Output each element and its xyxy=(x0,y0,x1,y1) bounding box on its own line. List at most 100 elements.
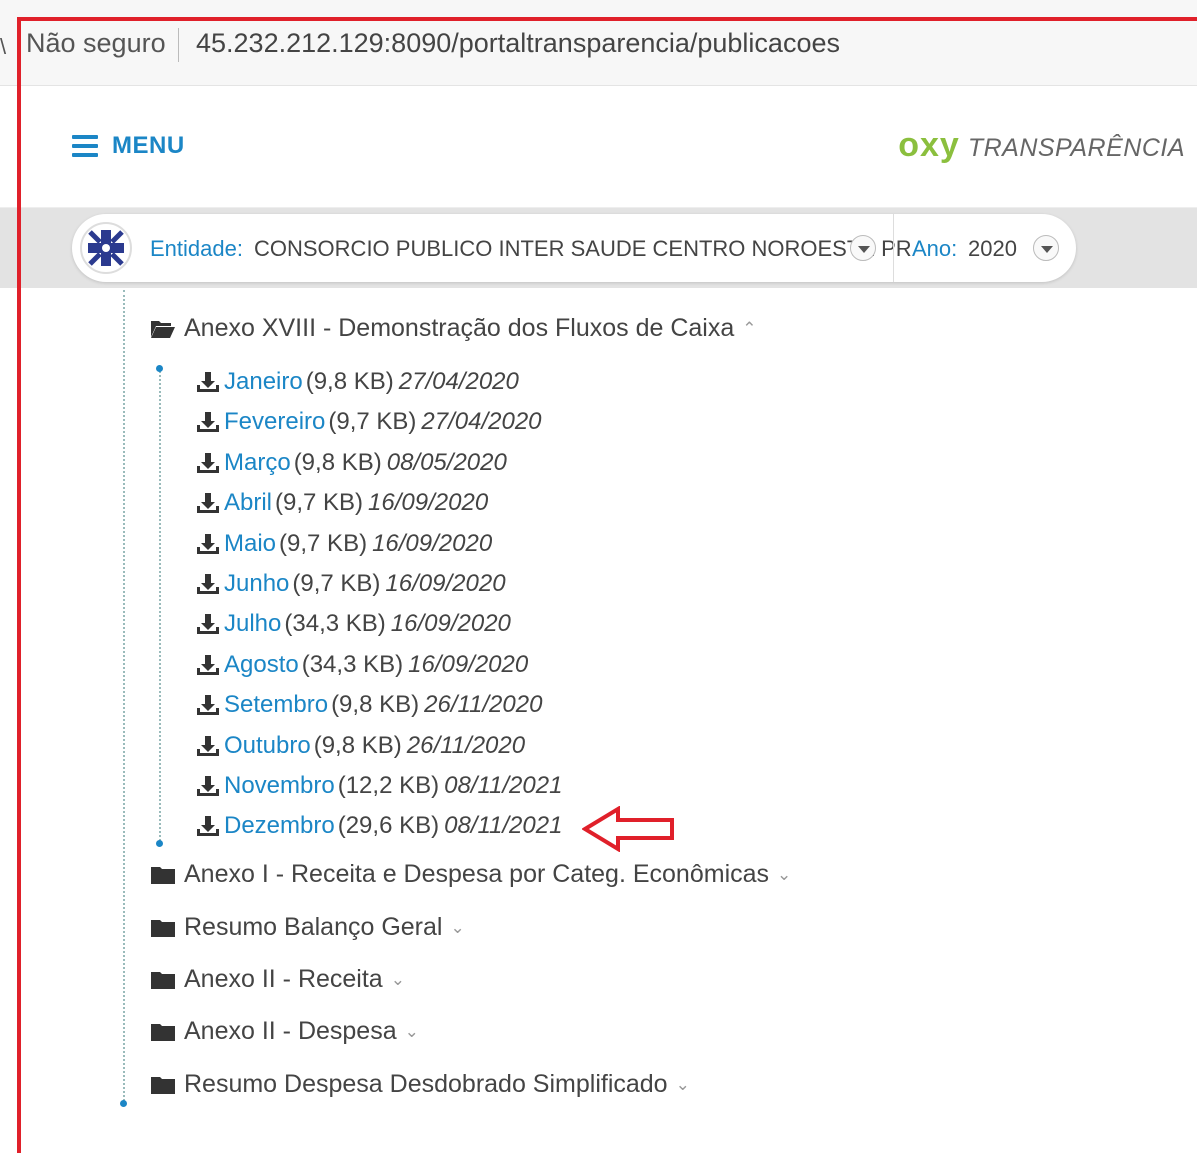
download-icon[interactable] xyxy=(196,815,220,837)
site-header: MENU oxy TRANSPARÊNCIA xyxy=(0,86,1197,208)
folder-label: Resumo Despesa Desdobrado Simplificado xyxy=(184,1070,668,1098)
file-date: 26/11/2020 xyxy=(406,732,526,759)
folder-open-icon xyxy=(151,320,175,338)
file-size: (9,7 KB) xyxy=(292,570,381,597)
address-separator xyxy=(178,28,179,62)
download-icon[interactable] xyxy=(196,735,220,757)
file-date: 08/11/2021 xyxy=(444,812,563,839)
folder-resumo-balanco-geral[interactable]: Resumo Balanço Geral ⌄ xyxy=(150,913,465,942)
menu-label: MENU xyxy=(112,132,185,159)
tree-guide-line xyxy=(123,290,125,1105)
year-select-value[interactable]: 2020 xyxy=(968,236,1017,262)
not-secure-indicator[interactable]: Não seguro xyxy=(26,28,166,59)
year-dropdown-icon[interactable] xyxy=(1033,235,1059,261)
file-download-link[interactable]: Agosto xyxy=(224,651,299,679)
file-size: (9,8 KB) xyxy=(331,691,420,718)
file-download-link[interactable]: Março xyxy=(224,449,291,477)
folder-label: Anexo I - Receita e Despesa por Categ. E… xyxy=(184,860,770,888)
download-icon[interactable] xyxy=(196,371,220,393)
file-size: (9,7 KB) xyxy=(328,408,417,435)
folder-icon xyxy=(151,1076,175,1094)
file-date: 16/09/2020 xyxy=(372,530,493,557)
folder-icon xyxy=(151,971,175,989)
file-date: 16/09/2020 xyxy=(408,651,529,678)
folder-resumo-despesa-desdobrado[interactable]: Resumo Despesa Desdobrado Simplificado ⌄ xyxy=(150,1070,690,1099)
download-icon[interactable] xyxy=(196,411,220,433)
download-icon[interactable] xyxy=(196,452,220,474)
file-size: (12,2 KB) xyxy=(337,772,440,799)
folder-label: Anexo II - Receita xyxy=(184,965,383,993)
download-icon[interactable] xyxy=(196,573,220,595)
entity-select-value[interactable]: CONSORCIO PUBLICO INTER SAUDE CENTRO NOR… xyxy=(254,236,912,262)
file-date: 27/04/2020 xyxy=(421,408,542,435)
file-size: (9,8 KB) xyxy=(293,449,382,476)
download-icon[interactable] xyxy=(196,533,220,555)
filter-bar: Entidade: CONSORCIO PUBLICO INTER SAUDE … xyxy=(0,208,1197,288)
folder-anexo-ii-receita[interactable]: Anexo II - Receita ⌄ xyxy=(150,965,405,994)
file-date: 26/11/2020 xyxy=(424,691,543,718)
chevron-up-icon[interactable]: ⌃ xyxy=(742,319,756,339)
file-size: (9,7 KB) xyxy=(275,489,364,516)
file-download-link[interactable]: Janeiro xyxy=(224,368,303,396)
folder-icon xyxy=(151,866,175,884)
menu-button[interactable]: MENU xyxy=(72,132,185,160)
folder-anexo-ii-despesa[interactable]: Anexo II - Despesa ⌄ xyxy=(150,1017,419,1046)
file-row: Outubro (9,8 KB) 26/11/2020 xyxy=(196,732,525,760)
annotation-arrow-icon xyxy=(582,806,674,852)
browser-address-bar: \ Não seguro 45.232.212.129:8090/portalt… xyxy=(0,0,1197,86)
file-row: Abril (9,7 KB) 16/09/2020 xyxy=(196,489,488,517)
file-download-link[interactable]: Outubro xyxy=(224,732,311,760)
file-date: 16/09/2020 xyxy=(385,570,506,597)
file-size: (29,6 KB) xyxy=(337,812,440,839)
file-row: Junho (9,7 KB) 16/09/2020 xyxy=(196,570,506,598)
file-row: Dezembro (29,6 KB) 08/11/2021 xyxy=(196,812,562,840)
year-label: Ano: xyxy=(912,236,958,261)
download-icon[interactable] xyxy=(196,694,220,716)
file-download-link[interactable]: Maio xyxy=(224,530,276,558)
file-row: Julho (34,3 KB) 16/09/2020 xyxy=(196,610,511,638)
file-download-link[interactable]: Junho xyxy=(224,570,289,598)
folder-icon xyxy=(151,1023,175,1041)
file-date: 08/05/2020 xyxy=(386,449,507,476)
file-row: Setembro (9,8 KB) 26/11/2020 xyxy=(196,691,542,719)
file-download-link[interactable]: Julho xyxy=(224,610,281,638)
tree-end-dot xyxy=(120,1100,127,1107)
file-size: (9,8 KB) xyxy=(313,732,402,759)
folder-label: Anexo XVIII - Demonstração dos Fluxos de… xyxy=(184,314,735,342)
file-download-link[interactable]: Setembro xyxy=(224,691,328,719)
url-field[interactable]: 45.232.212.129:8090/portaltransparencia/… xyxy=(196,28,840,59)
filter-pill: Entidade: CONSORCIO PUBLICO INTER SAUDE … xyxy=(72,214,1076,282)
folder-anexo-i[interactable]: Anexo I - Receita e Despesa por Categ. E… xyxy=(150,860,791,889)
chevron-down-icon[interactable]: ⌄ xyxy=(777,865,791,885)
brand-logo-mark: oxy xyxy=(898,126,960,164)
brand-logo-text: TRANSPARÊNCIA xyxy=(967,134,1185,162)
folder-label: Resumo Balanço Geral xyxy=(184,913,443,941)
brand-logo[interactable]: oxy TRANSPARÊNCIA xyxy=(898,126,1185,165)
download-icon[interactable] xyxy=(196,654,220,676)
hamburger-icon xyxy=(72,135,98,157)
file-download-link[interactable]: Novembro xyxy=(224,772,335,800)
file-size: (34,3 KB) xyxy=(284,610,386,637)
chevron-down-icon[interactable]: ⌄ xyxy=(676,1075,690,1095)
file-download-link[interactable]: Fevereiro xyxy=(224,408,325,436)
file-size: (34,3 KB) xyxy=(301,651,404,678)
download-icon[interactable] xyxy=(196,775,220,797)
folder-anexo-xviii[interactable]: Anexo XVIII - Demonstração dos Fluxos de… xyxy=(150,314,757,343)
chevron-down-icon[interactable]: ⌄ xyxy=(450,918,464,938)
folder-label: Anexo II - Despesa xyxy=(184,1017,397,1045)
subtree-end-dot xyxy=(156,840,163,847)
download-icon[interactable] xyxy=(196,492,220,514)
file-download-link[interactable]: Dezembro xyxy=(224,812,335,840)
file-date: 27/04/2020 xyxy=(398,368,519,395)
chevron-down-icon[interactable]: ⌄ xyxy=(405,1022,419,1042)
address-bar-lead-glyph: \ xyxy=(0,34,7,59)
file-size: (9,8 KB) xyxy=(305,368,394,395)
download-icon[interactable] xyxy=(196,613,220,635)
file-size: (9,7 KB) xyxy=(279,530,368,557)
file-row: Fevereiro (9,7 KB) 27/04/2020 xyxy=(196,408,542,436)
folder-icon xyxy=(151,919,175,937)
file-download-link[interactable]: Abril xyxy=(224,489,272,517)
entity-label: Entidade: xyxy=(150,236,243,261)
chevron-down-icon[interactable]: ⌄ xyxy=(391,970,405,990)
entity-dropdown-icon[interactable] xyxy=(850,235,876,261)
